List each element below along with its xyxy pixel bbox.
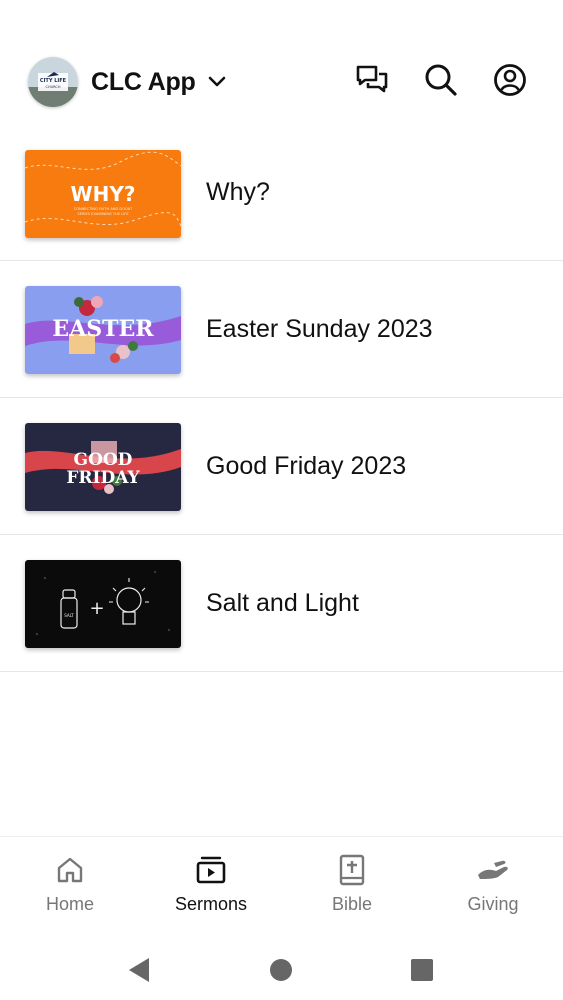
sermon-item-good-friday-2023[interactable]: GOOD FRIDAY Good Friday 2023: [0, 398, 563, 535]
tab-bible[interactable]: Bible: [282, 837, 422, 937]
sermon-thumbnail: EASTER: [25, 286, 181, 374]
city-life-church-logo: CITY LIFE CHURCH: [28, 57, 78, 107]
back-icon[interactable]: [119, 950, 159, 990]
chat-icon[interactable]: [354, 62, 390, 98]
tab-label: Sermons: [174, 894, 248, 914]
sermon-item-easter-sunday-2023[interactable]: EASTER Easter Sunday 2023: [0, 261, 563, 398]
tab-label: Giving: [467, 894, 519, 914]
bible-icon: [337, 853, 367, 887]
bottom-tab-bar: Home Sermons Bible Giving: [0, 836, 563, 937]
tab-sermons[interactable]: Sermons: [141, 837, 281, 937]
home-circle-icon[interactable]: [261, 950, 301, 990]
app-header: CITY LIFE CHURCH CLC App: [0, 0, 563, 140]
svg-text:FRIDAY: FRIDAY: [66, 468, 140, 488]
svg-text:EASTER: EASTER: [52, 316, 154, 342]
home-icon: [55, 853, 85, 887]
system-navigation-bar: [0, 936, 563, 1000]
svg-text:CITY LIFE: CITY LIFE: [40, 78, 67, 84]
sermon-title: Why?: [206, 177, 270, 206]
app-title: CLC App: [91, 67, 196, 96]
sermon-item-salt-and-light[interactable]: SALT + Salt and Light: [0, 535, 563, 672]
chevron-down-icon[interactable]: [208, 76, 226, 88]
tab-giving[interactable]: Giving: [423, 837, 563, 937]
tab-home[interactable]: Home: [0, 837, 140, 937]
svg-text:GOOD: GOOD: [74, 450, 133, 470]
search-icon[interactable]: [423, 62, 459, 98]
svg-text:SERIES EXAMINING THE LIFE: SERIES EXAMINING THE LIFE: [77, 212, 129, 216]
svg-text:CHURCH: CHURCH: [46, 85, 61, 89]
recents-icon[interactable]: [402, 950, 442, 990]
giving-hand-icon: [476, 853, 510, 887]
sermon-item-why[interactable]: WHY? CONNECTING FAITH AND DOUBT SERIES E…: [0, 124, 563, 261]
sermon-title: Good Friday 2023: [206, 451, 407, 480]
tab-label: Home: [45, 894, 94, 914]
svg-text:SALT: SALT: [64, 613, 74, 618]
sermon-thumbnail: GOOD FRIDAY: [25, 423, 181, 511]
app-switcher[interactable]: CITY LIFE CHURCH CLC App: [28, 56, 226, 108]
sermon-title: Salt and Light: [206, 588, 359, 617]
sermon-thumbnail: WHY? CONNECTING FAITH AND DOUBT SERIES E…: [25, 150, 181, 238]
svg-text:CONNECTING FAITH AND DOUBT: CONNECTING FAITH AND DOUBT: [74, 207, 133, 211]
svg-text:WHY?: WHY?: [71, 182, 136, 206]
sermon-title: Easter Sunday 2023: [206, 314, 433, 343]
account-icon[interactable]: [492, 62, 528, 98]
sermon-thumbnail: SALT +: [25, 560, 181, 648]
tab-label: Bible: [331, 894, 373, 914]
svg-text:+: +: [89, 598, 104, 619]
sermons-icon: [195, 853, 227, 887]
sermon-list: WHY? CONNECTING FAITH AND DOUBT SERIES E…: [0, 124, 563, 672]
